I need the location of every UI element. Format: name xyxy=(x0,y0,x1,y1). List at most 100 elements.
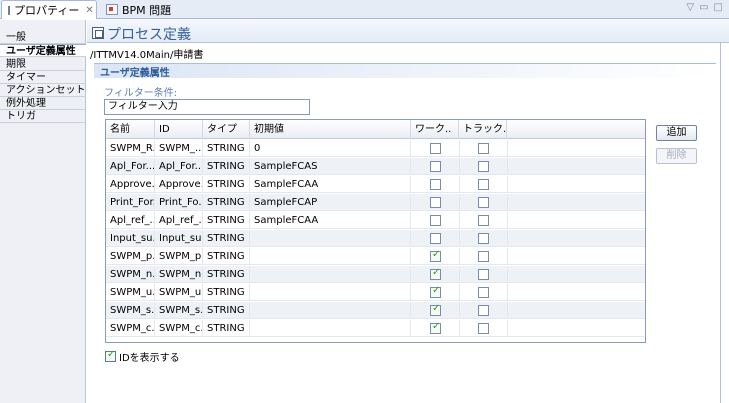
table-row[interactable]: Input_su...Input_su...STRING xyxy=(106,230,645,247)
panel-border xyxy=(720,43,721,403)
table-row[interactable]: Apl_ref_...Apl_ref_...STRINGSampleFCAA xyxy=(106,212,645,229)
track-checkbox[interactable] xyxy=(478,197,489,208)
track-checkbox[interactable] xyxy=(478,143,489,154)
track-checkbox[interactable] xyxy=(478,323,489,334)
work-checkbox[interactable] xyxy=(430,143,441,154)
table-row[interactable]: Approve...Approve...STRINGSampleFCAA xyxy=(106,176,645,193)
column-header-work[interactable]: ワーク.. xyxy=(411,120,459,139)
work-checkbox[interactable] xyxy=(430,197,441,208)
cell-type: STRING xyxy=(203,230,250,247)
cell-initial-value: SampleFCAA xyxy=(250,176,411,193)
tab-bpm-problems-label: BPM 問題 xyxy=(122,3,172,17)
track-checkbox[interactable] xyxy=(478,161,489,172)
minimize-icon[interactable]: ▭ xyxy=(699,2,708,13)
cell-type: STRING xyxy=(203,320,250,337)
work-checkbox[interactable] xyxy=(430,179,441,190)
process-definition-icon xyxy=(92,27,104,39)
column-separator xyxy=(459,158,460,175)
tab-bpm-problems[interactable]: BPM 問題 xyxy=(100,0,180,19)
table-row[interactable]: SWPM_u...SWPM_u...STRING xyxy=(106,284,645,301)
nav-item-action-set[interactable]: アクションセット xyxy=(0,84,86,97)
nav-item-trigger[interactable]: トリガ xyxy=(0,110,86,123)
cell-type: STRING xyxy=(203,194,250,211)
cell-name: SWPM_u... xyxy=(106,284,155,301)
cell-type: STRING xyxy=(203,284,250,301)
column-separator xyxy=(459,266,460,283)
cell-id: Apl_ref_... xyxy=(155,212,203,229)
nav-item-deadline[interactable]: 期限 xyxy=(0,58,86,71)
close-icon[interactable]: ✕ xyxy=(85,5,93,16)
cell-type: STRING xyxy=(203,212,250,229)
work-checkbox[interactable] xyxy=(430,215,441,226)
track-checkbox[interactable] xyxy=(478,215,489,226)
column-separator xyxy=(507,140,508,157)
column-header-name[interactable]: 名前 xyxy=(106,120,155,139)
cell-id: SWPM_c... xyxy=(155,320,203,337)
table-row[interactable]: SWPM_s...SWPM_s...STRING xyxy=(106,302,645,319)
track-checkbox[interactable] xyxy=(478,179,489,190)
table-row[interactable]: SWPM_n...SWPM_n...STRING xyxy=(106,266,645,283)
cell-name: Apl_ref_... xyxy=(106,212,155,229)
work-checkbox[interactable] xyxy=(430,249,441,262)
cell-type: STRING xyxy=(203,266,250,283)
column-separator xyxy=(507,212,508,229)
section-title: ユーザ定義属性 xyxy=(100,68,170,79)
cell-id: Print_Fo... xyxy=(155,194,203,211)
view-menu-icon[interactable]: ▽ xyxy=(686,2,694,13)
nav-item-general[interactable]: 一般 xyxy=(0,31,86,44)
filter-input[interactable]: フィルター入力 xyxy=(104,99,310,115)
track-checkbox[interactable] xyxy=(478,251,489,262)
window-controls: ▽ ▭ □ xyxy=(686,2,723,13)
track-checkbox[interactable] xyxy=(478,233,489,244)
column-header-id[interactable]: ID xyxy=(155,120,203,139)
cell-name: Apl_For... xyxy=(106,158,155,175)
column-separator xyxy=(459,194,460,211)
cell-initial-value xyxy=(250,284,411,301)
nav-item-user-attributes[interactable]: ユーザ定義属性 xyxy=(0,44,86,57)
cell-name: Input_su... xyxy=(106,230,155,247)
work-checkbox[interactable] xyxy=(430,285,441,298)
work-checkbox[interactable] xyxy=(430,303,441,316)
work-checkbox[interactable] xyxy=(430,321,441,334)
add-button[interactable]: 追加 xyxy=(656,125,697,141)
table-row[interactable]: Print_For...Print_Fo...STRINGSampleFCAP xyxy=(106,194,645,211)
column-separator xyxy=(459,140,460,157)
column-separator xyxy=(459,302,460,319)
attributes-table: 名前 ID タイプ 初期値 ワーク.. トラック.. SWPM_R...SWPM… xyxy=(105,119,646,343)
column-header-type[interactable]: タイプ xyxy=(203,120,250,139)
page-title: プロセス定義 xyxy=(107,27,191,43)
show-id-option[interactable]: IDを表示する xyxy=(105,349,180,364)
work-checkbox[interactable] xyxy=(430,267,441,280)
cell-type: STRING xyxy=(203,140,250,157)
table-row[interactable]: SWPM_p...SWPM_p...STRING xyxy=(106,248,645,265)
cell-id: Input_su... xyxy=(155,230,203,247)
track-checkbox[interactable] xyxy=(478,269,489,280)
column-separator xyxy=(507,158,508,175)
column-header-track[interactable]: トラック.. xyxy=(459,120,507,139)
column-separator xyxy=(459,230,460,247)
column-separator xyxy=(507,194,508,211)
work-checkbox[interactable] xyxy=(430,161,441,172)
tab-properties[interactable]: プロパティー ✕ xyxy=(1,0,97,19)
delete-button[interactable]: 削除 xyxy=(656,148,697,164)
column-separator xyxy=(459,212,460,229)
show-id-label: IDを表示する xyxy=(119,353,180,364)
cell-initial-value xyxy=(250,266,411,283)
cell-initial-value: 0 xyxy=(250,140,411,157)
column-separator xyxy=(507,284,508,301)
nav-item-exception[interactable]: 例外処理 xyxy=(0,97,86,110)
maximize-icon[interactable]: □ xyxy=(714,2,723,13)
work-checkbox[interactable] xyxy=(430,233,441,244)
nav-item-timer[interactable]: タイマー xyxy=(0,71,86,84)
table-row[interactable]: SWPM_c...SWPM_c...STRING xyxy=(106,320,645,337)
table-row[interactable]: SWPM_R...SWPM_...STRING0 xyxy=(106,140,645,157)
show-id-checkbox[interactable] xyxy=(105,349,116,362)
cell-type: STRING xyxy=(203,248,250,265)
track-checkbox[interactable] xyxy=(478,305,489,316)
track-checkbox[interactable] xyxy=(478,287,489,298)
column-header-initial-value[interactable]: 初期値 xyxy=(250,120,411,139)
cell-name: Approve... xyxy=(106,176,155,193)
cell-initial-value xyxy=(250,248,411,265)
cell-initial-value: SampleFCAA xyxy=(250,212,411,229)
table-row[interactable]: Apl_For... Apl_For... STRING SampleFCAS xyxy=(106,158,645,175)
